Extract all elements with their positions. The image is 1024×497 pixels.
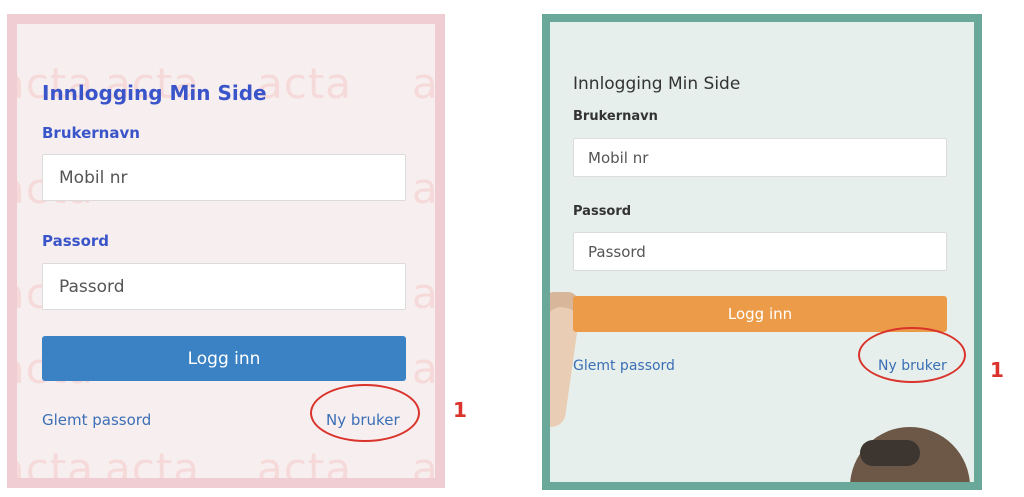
annotation-marker: 1 [453, 398, 467, 422]
right-login-panel: Innlogging Min Side Brukernavn Passord L… [542, 14, 982, 490]
username-label: Brukernavn [573, 109, 658, 124]
password-input[interactable] [573, 232, 947, 271]
watermark: acta [257, 444, 353, 488]
forgot-password-link[interactable]: Glemt passord [573, 358, 675, 374]
password-input[interactable] [42, 263, 406, 310]
username-input[interactable] [42, 154, 406, 201]
login-button[interactable]: Logg inn [573, 296, 947, 332]
password-label: Passord [42, 232, 110, 250]
watermark: acta [7, 444, 95, 488]
watermark: ac [412, 59, 439, 108]
watermark: acta [257, 59, 353, 108]
highlight-circle [858, 327, 966, 383]
watermark: ac [412, 164, 439, 213]
watermark: ac [412, 269, 439, 318]
username-input[interactable] [573, 138, 947, 177]
password-label: Passord [573, 204, 632, 219]
comparison-stage: acta acta acta ac acta ac acta ac acta a… [0, 0, 1024, 497]
background-photo [860, 440, 920, 466]
annotation-marker: 1 [990, 358, 1004, 382]
login-title: Innlogging Min Side [42, 81, 267, 105]
login-button[interactable]: Logg inn [42, 336, 406, 381]
highlight-circle [310, 384, 420, 442]
watermark: acta [105, 444, 201, 488]
watermark: ac [412, 344, 439, 393]
login-title: Innlogging Min Side [573, 74, 741, 94]
watermark: ac [412, 444, 439, 488]
forgot-password-link[interactable]: Glemt passord [42, 411, 151, 429]
username-label: Brukernavn [42, 124, 140, 142]
